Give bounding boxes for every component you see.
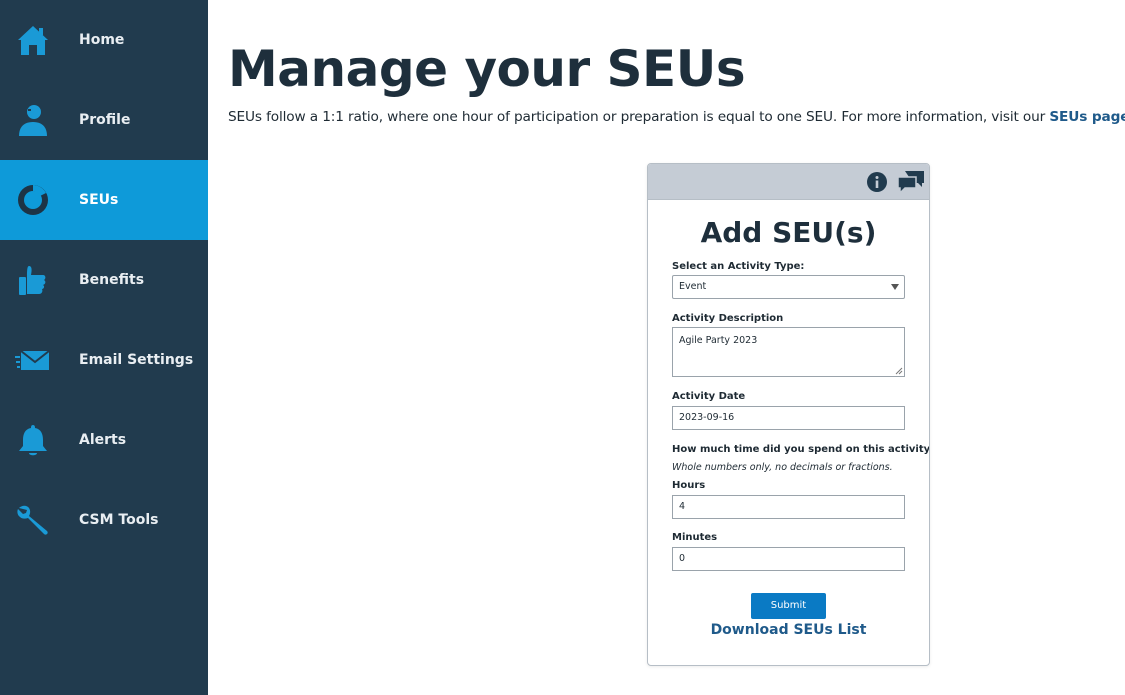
form-title: Add SEU(s): [700, 216, 877, 249]
bell-icon: [15, 422, 51, 458]
date-label: Activity Date: [672, 391, 746, 402]
sidebar-item-label: Email Settings: [79, 352, 194, 368]
date-value: 2023-09-16: [679, 412, 735, 423]
hours-input[interactable]: 4: [672, 495, 905, 519]
description-value: Agile Party 2023: [679, 335, 758, 346]
activity-type-label: Select an Activity Type:: [672, 261, 805, 272]
download-seus-link[interactable]: Download SEUs List: [648, 622, 929, 638]
page-title: Manage your SEUs: [228, 40, 746, 98]
info-icon[interactable]: [866, 171, 888, 193]
submit-button[interactable]: Submit: [751, 593, 826, 619]
sidebar-item-benefits[interactable]: Benefits: [0, 240, 208, 320]
chevron-down-icon: [891, 284, 899, 290]
minutes-value: 0: [679, 553, 686, 564]
activity-type-value: Event: [679, 281, 707, 292]
seus-icon: [15, 182, 51, 218]
card-header: [648, 164, 929, 200]
profile-icon: [15, 102, 51, 138]
add-seu-card: Add SEU(s) Select an Activity Type: Even…: [647, 163, 930, 666]
minutes-label: Minutes: [672, 532, 718, 543]
chat-icon[interactable]: [896, 169, 926, 195]
sidebar-item-seus[interactable]: SEUs: [0, 160, 208, 240]
sidebar-item-label: Alerts: [79, 432, 127, 448]
intro-text: SEUs follow a 1:1 ratio, where one hour …: [228, 109, 1125, 125]
envelope-icon: [15, 342, 51, 378]
sidebar-item-home[interactable]: Home: [0, 0, 208, 80]
description-textarea[interactable]: Agile Party 2023: [672, 327, 905, 377]
intro-text-body: SEUs follow a 1:1 ratio, where one hour …: [228, 109, 1050, 125]
sidebar-item-profile[interactable]: Profile: [0, 80, 208, 160]
description-label: Activity Description: [672, 313, 784, 324]
activity-type-select[interactable]: Event: [672, 275, 905, 299]
wrench-icon: [15, 502, 51, 538]
sidebar-item-label: Benefits: [79, 272, 145, 288]
seus-page-link[interactable]: SEUs page: [1049, 109, 1125, 125]
sidebar-item-label: Profile: [79, 112, 131, 128]
sidebar-item-label: Home: [79, 32, 125, 48]
hours-label: Hours: [672, 480, 706, 491]
sidebar-item-alerts[interactable]: Alerts: [0, 400, 208, 480]
resize-grip-icon[interactable]: [895, 367, 903, 375]
sidebar-item-email-settings[interactable]: Email Settings: [0, 320, 208, 400]
sidebar-item-csm-tools[interactable]: CSM Tools: [0, 480, 208, 560]
time-hint: Whole numbers only, no decimals or fract…: [672, 462, 893, 473]
time-question: How much time did you spend on this acti…: [672, 444, 930, 455]
sidebar-item-label: CSM Tools: [79, 512, 159, 528]
minutes-input[interactable]: 0: [672, 547, 905, 571]
date-input[interactable]: 2023-09-16: [672, 406, 905, 430]
sidebar: Home Profile SEUs Benefits Email Setting…: [0, 0, 208, 695]
sidebar-item-label: SEUs: [79, 192, 119, 208]
hours-value: 4: [679, 501, 686, 512]
thumbs-up-icon: [15, 262, 51, 298]
home-icon: [15, 22, 51, 58]
